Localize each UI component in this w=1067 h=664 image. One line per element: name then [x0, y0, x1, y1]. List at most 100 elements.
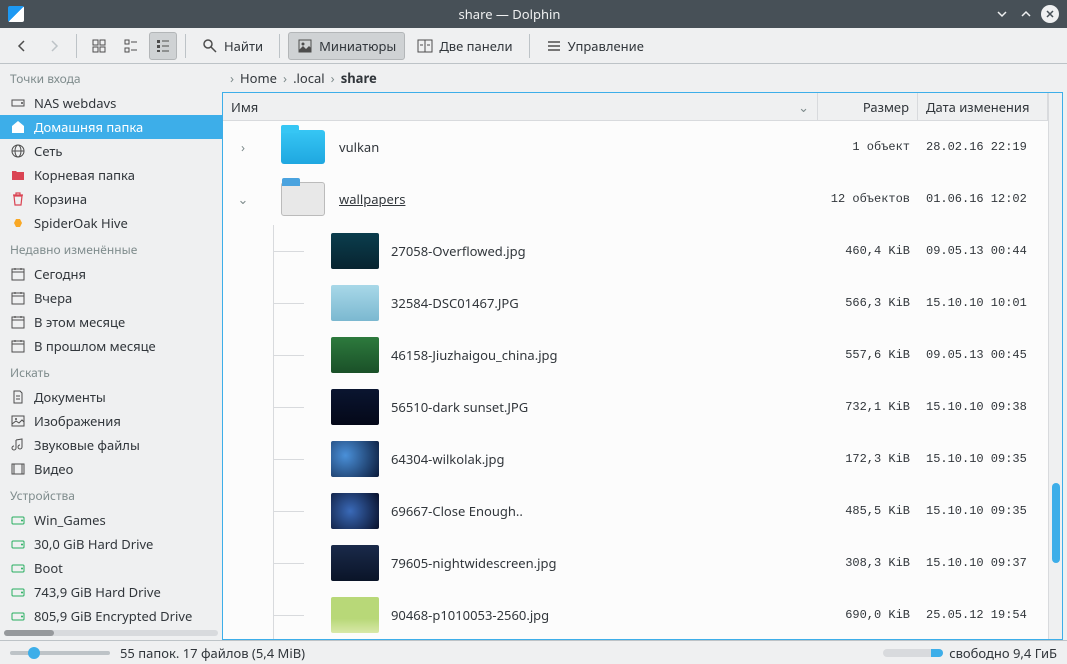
vertical-scrollbar[interactable]	[1048, 93, 1062, 639]
back-button[interactable]	[8, 32, 36, 60]
forward-button[interactable]	[40, 32, 68, 60]
view-details-button[interactable]	[149, 32, 177, 60]
calendar-icon	[10, 314, 26, 330]
file-list[interactable]: ›vulkan1 объект28.02.16 22:19 ⌄ wallpapers…	[223, 121, 1048, 639]
view-icons-button[interactable]	[85, 32, 113, 60]
sidebar-item[interactable]: Win_Games	[0, 508, 222, 532]
sidebar-item[interactable]: Документы	[0, 385, 222, 409]
sidebar-item[interactable]: Домашняя папка	[0, 115, 222, 139]
control-button[interactable]: Управление	[538, 32, 652, 60]
breadcrumb-item[interactable]: Home	[236, 69, 281, 87]
folder-red-icon	[10, 167, 26, 183]
file-row[interactable]: 27058-Overflowed.jpg460,4 KiB09.05.13 00…	[223, 225, 1048, 277]
sidebar-item[interactable]: 30,0 GiB Hard Drive	[0, 532, 222, 556]
sidebar-item[interactable]: Вчера	[0, 286, 222, 310]
calendar-icon	[10, 290, 26, 306]
sidebar-item-label: В прошлом месяце	[34, 337, 156, 355]
image-icon	[10, 413, 26, 429]
section-places: Точки входа	[0, 64, 222, 91]
thumbnail	[331, 389, 379, 425]
folder-row[interactable]: ⌄wallpapers12 объектов01.06.16 12:02	[223, 173, 1048, 225]
file-row[interactable]: 69667-Close Enough..485,5 KiB15.10.10 09…	[223, 485, 1048, 537]
video-icon	[10, 461, 26, 477]
breadcrumb-item[interactable]: share	[337, 69, 381, 87]
file-size: 690,0 KiB	[818, 608, 918, 622]
doc-icon	[10, 389, 26, 405]
file-row[interactable]: 79605-nightwidescreen.jpg308,3 KiB15.10.…	[223, 537, 1048, 589]
sidebar-item[interactable]: NAS webdavs	[0, 91, 222, 115]
column-size-label: Размер	[863, 98, 909, 116]
sidebar-item[interactable]: SpiderOak Hive	[0, 211, 222, 235]
view-compact-button[interactable]	[117, 32, 145, 60]
hdd-icon	[10, 584, 26, 600]
sidebar-item-label: 805,9 GiB Encrypted Drive	[34, 607, 192, 625]
content-area: ›Home›.local›share Имя ⌄ Размер Дата изм…	[222, 64, 1067, 640]
titlebar: share — Dolphin	[0, 0, 1067, 28]
thumbnail	[331, 493, 379, 529]
main-area: Точки входа NAS webdavsДомашняя папкаСет…	[0, 64, 1067, 640]
close-button[interactable]	[1041, 5, 1059, 23]
file-date: 15.10.10 09:35	[918, 504, 1048, 518]
folder-row[interactable]: ›vulkan1 объект28.02.16 22:19	[223, 121, 1048, 173]
file-date: 28.02.16 22:19	[918, 140, 1048, 154]
split-icon	[417, 38, 433, 54]
file-size: 485,5 KiB	[818, 504, 918, 518]
breadcrumb-item[interactable]: .local	[289, 69, 329, 87]
hdd-icon	[10, 608, 26, 624]
sidebar-item-label: Звуковые файлы	[34, 436, 140, 454]
free-space-label: свободно 9,4 ГиБ	[949, 644, 1057, 662]
sidebar-item[interactable]: Изображения	[0, 409, 222, 433]
file-name: wallpapers	[335, 190, 818, 208]
sidebar-item[interactable]: 743,9 GiB Hard Drive	[0, 580, 222, 604]
split-button[interactable]: Две панели	[409, 32, 520, 60]
sidebar-item[interactable]: Boot	[0, 556, 222, 580]
zoom-slider[interactable]	[10, 651, 110, 655]
status-text: 55 папок. 17 файлов (5,4 MiB)	[120, 644, 873, 662]
file-name: 79605-nightwidescreen.jpg	[387, 554, 818, 572]
thumbnail	[331, 233, 379, 269]
file-row[interactable]: 64304-wilkolak.jpg172,3 KiB15.10.10 09:3…	[223, 433, 1048, 485]
sidebar-item[interactable]: В прошлом месяце	[0, 334, 222, 358]
column-name[interactable]: Имя ⌄	[223, 93, 818, 120]
file-view: Имя ⌄ Размер Дата изменения ›vulkan1 объ…	[222, 92, 1063, 640]
minimize-button[interactable]	[993, 5, 1011, 23]
file-date: 15.10.10 09:38	[918, 400, 1048, 414]
thumbnails-button[interactable]: Миниатюры	[288, 32, 405, 60]
sidebar-item-label: Boot	[34, 559, 63, 577]
maximize-button[interactable]	[1017, 5, 1035, 23]
column-name-label: Имя	[231, 98, 258, 116]
file-size: 566,3 KiB	[818, 296, 918, 310]
file-row[interactable]: 46158-Jiuzhaigou_china.jpg557,6 KiB09.05…	[223, 329, 1048, 381]
file-name: 64304-wilkolak.jpg	[387, 450, 818, 468]
sidebar-item[interactable]: Корневая папка	[0, 163, 222, 187]
chevron-right-icon[interactable]: ›	[233, 138, 253, 156]
find-button[interactable]: Найти	[194, 32, 271, 60]
file-name: 46158-Jiuzhaigou_china.jpg	[387, 346, 818, 364]
hdd-icon	[10, 560, 26, 576]
file-row[interactable]: 56510-dark sunset.JPG732,1 KiB15.10.10 0…	[223, 381, 1048, 433]
file-row[interactable]: 32584-DSC01467.JPG566,3 KiB15.10.10 10:0…	[223, 277, 1048, 329]
column-date[interactable]: Дата изменения	[918, 93, 1048, 120]
app-icon	[8, 6, 24, 22]
sidebar-item-label: SpiderOak Hive	[34, 214, 128, 232]
trash-icon	[10, 191, 26, 207]
file-row[interactable]: 90468-p1010053-2560.jpg690,0 KiB25.05.12…	[223, 589, 1048, 639]
chevron-right-icon: ›	[283, 69, 287, 87]
sidebar-item[interactable]: В этом месяце	[0, 310, 222, 334]
sidebar-scrollbar[interactable]	[0, 626, 222, 640]
sidebar-item[interactable]: Корзина	[0, 187, 222, 211]
sidebar-item[interactable]: Звуковые файлы	[0, 433, 222, 457]
folder-icon	[281, 130, 325, 164]
chevron-right-icon: ›	[230, 69, 234, 87]
sort-indicator-icon: ⌄	[798, 98, 809, 116]
chevron-down-icon[interactable]: ⌄	[233, 190, 253, 208]
sidebar-item[interactable]: 805,9 GiB Encrypted Drive	[0, 604, 222, 626]
file-date: 01.06.16 12:02	[918, 192, 1048, 206]
sidebar-item[interactable]: Сеть	[0, 139, 222, 163]
sidebar-item[interactable]: Сегодня	[0, 262, 222, 286]
separator	[529, 34, 530, 58]
file-name: 32584-DSC01467.JPG	[387, 294, 818, 312]
sidebar-item[interactable]: Видео	[0, 457, 222, 481]
column-size[interactable]: Размер	[818, 93, 918, 120]
audio-icon	[10, 437, 26, 453]
